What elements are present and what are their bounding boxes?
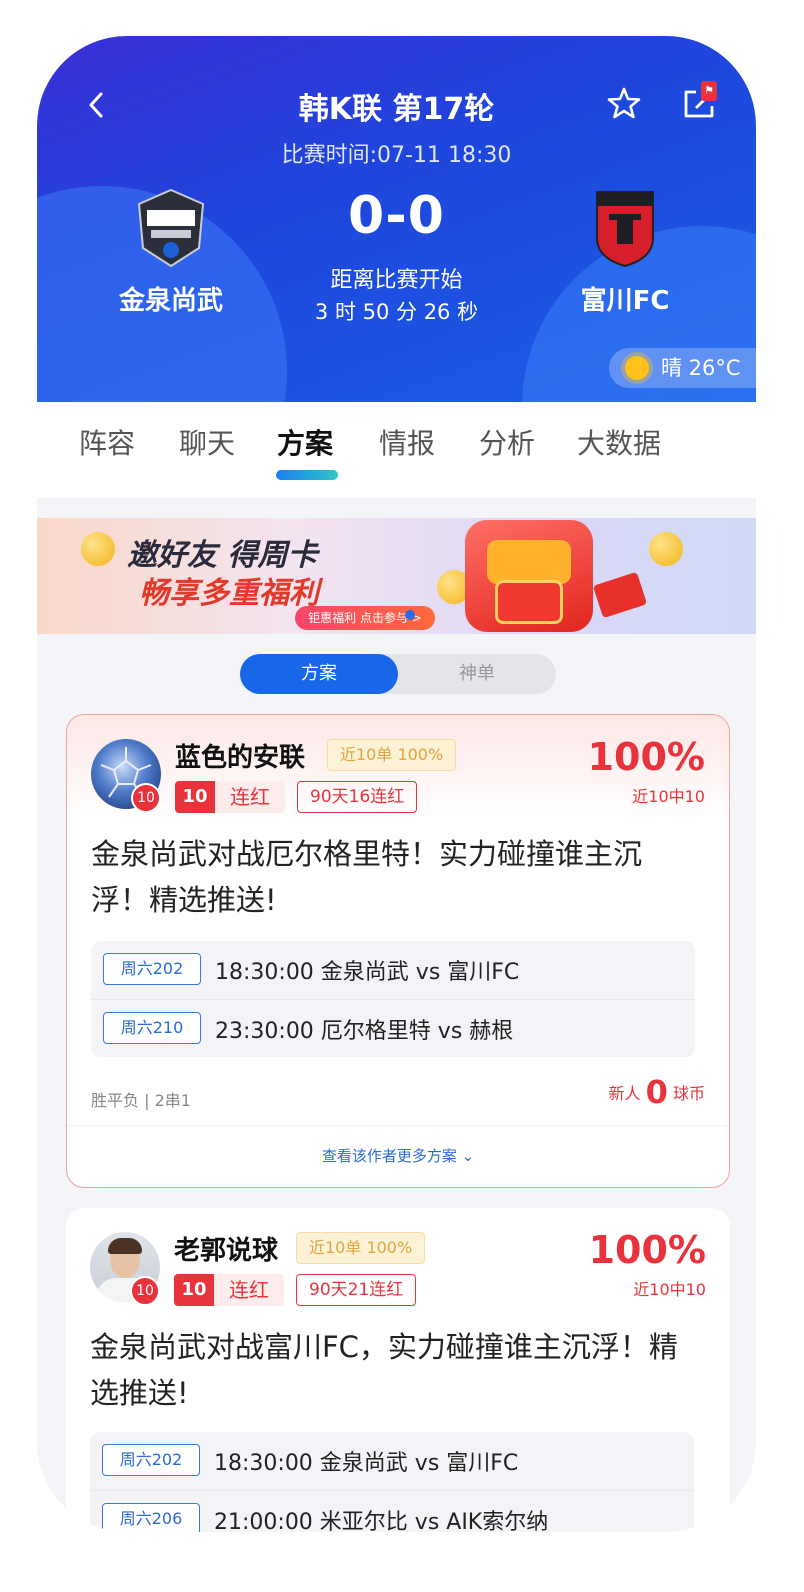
- recent-rate-tag: 近10单 100%: [327, 739, 457, 771]
- sun-icon: [625, 356, 649, 380]
- away-team-logo: [587, 188, 663, 268]
- match-info: 18:30:00 金泉尚武 vs 富川FC: [214, 1451, 519, 1476]
- more-plans-link[interactable]: 查看该作者更多方案 ⌄: [67, 1145, 729, 1166]
- match-time: 比赛时间:07-11 18:30: [281, 143, 512, 168]
- gift-box-icon: [465, 520, 593, 632]
- author-name[interactable]: 蓝色的安联: [175, 737, 305, 774]
- red-envelope-icon: [592, 571, 648, 619]
- recent-rate-tag: 近10单 100%: [296, 1232, 426, 1264]
- plan-card[interactable]: 10 蓝色的安联 近10单 100% 10 连红 90天16连红 100% 近1…: [66, 714, 730, 1188]
- share-icon[interactable]: ⚑: [682, 81, 717, 120]
- match-list: 周六202 18:30:00 金泉尚武 vs 富川FC 周六210 23:30:…: [91, 941, 695, 1057]
- match-code-tag: 周六202: [103, 953, 201, 985]
- hit-rate: 100%: [588, 1228, 706, 1272]
- match-list: 周六202 18:30:00 金泉尚武 vs 富川FC 周六206 21:00:…: [90, 1432, 694, 1532]
- plan-title: 金泉尚武对战厄尔格里特！实力碰撞谁主沉浮！精选推送!: [91, 837, 643, 917]
- promo-banner[interactable]: 邀好友 得周卡 畅享多重福利 钜惠福利 点击参与 >: [37, 518, 756, 634]
- match-info: 23:30:00 厄尔格里特 vs 赫根: [215, 1019, 514, 1044]
- carousel-dot: [405, 610, 415, 620]
- play-type: 胜平负 | 2串1: [91, 1091, 191, 1110]
- match-info: 21:00:00 米亚尔比 vs AIK索尔纳: [214, 1510, 549, 1532]
- streak-label: 连红: [214, 1274, 284, 1306]
- tab-lineup[interactable]: 阵容: [79, 422, 135, 462]
- favorite-star-icon[interactable]: [607, 86, 641, 120]
- match-header: 韩K联 第17轮 比赛时间:07-11 18:30 ⚑ 金泉尚武 0-0 距离比…: [37, 36, 756, 402]
- streak-count: 10: [175, 781, 215, 813]
- divider: [67, 1125, 729, 1126]
- streak-label: 连红: [215, 781, 285, 813]
- streak-90-days: 90天16连红: [297, 781, 418, 813]
- match-row[interactable]: 周六202 18:30:00 金泉尚武 vs 富川FC: [90, 1432, 694, 1490]
- tab-big-data[interactable]: 大数据: [577, 422, 661, 462]
- plan-title: 金泉尚武对战富川FC，实力碰撞谁主沉浮！精选推送!: [90, 1330, 678, 1410]
- tab-intel[interactable]: 情报: [379, 422, 435, 462]
- segment-divine-list[interactable]: 神单: [398, 654, 556, 694]
- hit-rate-detail: 近10中10: [633, 1280, 706, 1299]
- avatar-level-badge: 10: [131, 783, 161, 813]
- streak-count: 10: [174, 1274, 214, 1306]
- tab-chat[interactable]: 聊天: [179, 422, 235, 462]
- away-team-name: 富川FC: [580, 286, 670, 316]
- match-row[interactable]: 周六210 23:30:00 厄尔格里特 vs 赫根: [91, 999, 695, 1057]
- price-prefix: 新人: [608, 1084, 641, 1103]
- match-row[interactable]: 周六202 18:30:00 金泉尚武 vs 富川FC: [91, 941, 695, 999]
- avatar-level-badge: 10: [130, 1276, 160, 1306]
- active-tab-indicator: [276, 470, 338, 480]
- tab-bar: 阵容 聊天 方案 情报 分析 大数据: [37, 402, 756, 498]
- away-team[interactable]: 富川FC: [525, 188, 725, 317]
- segment-plans[interactable]: 方案: [240, 654, 398, 694]
- weather-text: 晴 26°C: [661, 356, 741, 380]
- match-code-tag: 周六202: [102, 1444, 200, 1476]
- match-code-tag: 周六210: [103, 1012, 201, 1044]
- match-row[interactable]: 周六206 21:00:00 米亚尔比 vs AIK索尔纳: [90, 1490, 694, 1532]
- price-unit: 球币: [672, 1084, 705, 1103]
- app-screen: 韩K联 第17轮 比赛时间:07-11 18:30 ⚑ 金泉尚武 0-0 距离比…: [37, 36, 756, 1532]
- coin-icon: [81, 532, 115, 566]
- tab-analysis[interactable]: 分析: [479, 422, 535, 462]
- price-value: 0: [645, 1073, 668, 1111]
- plan-type-switch: 方案 神单: [240, 654, 556, 694]
- match-code-tag: 周六206: [102, 1503, 200, 1532]
- banner-subheadline: 畅享多重福利: [139, 576, 319, 611]
- hit-rate: 100%: [587, 735, 705, 779]
- hit-rate-detail: 近10中10: [632, 787, 705, 806]
- coin-icon: [649, 532, 683, 566]
- page-title: 韩K联 第17轮: [298, 92, 495, 127]
- plan-card[interactable]: 10 老郭说球 近10单 100% 10 连红 90天21连红 100% 近10…: [66, 1208, 730, 1532]
- streak-90-days: 90天21连红: [296, 1274, 417, 1306]
- weather-badge: 晴 26°C: [609, 348, 756, 388]
- share-red-tag: ⚑: [701, 81, 717, 101]
- tab-plans[interactable]: 方案: [277, 422, 333, 462]
- price: 新人 0 球币: [609, 1073, 705, 1111]
- match-info: 18:30:00 金泉尚武 vs 富川FC: [215, 960, 520, 985]
- author-name[interactable]: 老郭说球: [174, 1230, 278, 1267]
